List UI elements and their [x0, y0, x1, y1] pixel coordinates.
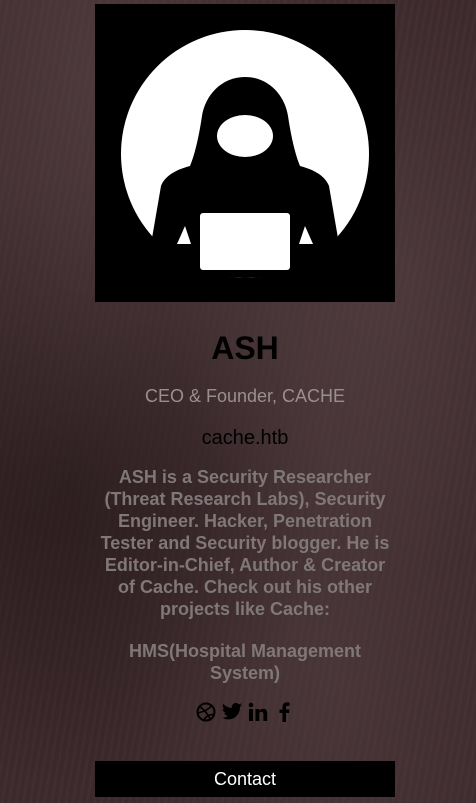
avatar [95, 4, 395, 302]
profile-bio: ASH is a Security Researcher (Threat Res… [100, 467, 390, 619]
twitter-icon[interactable] [221, 701, 243, 723]
profile-title: CEO & Founder, CACHE [144, 386, 346, 406]
hacker-avatar-icon [95, 4, 395, 302]
social-links [95, 700, 395, 724]
facebook-icon[interactable] [273, 701, 295, 723]
profile-projects: HMS(Hospital Management System) [128, 641, 362, 683]
profile-card: ASH CEO & Founder, CACHE cache.htb ASH i… [95, 4, 395, 724]
dribbble-icon[interactable] [195, 701, 217, 723]
linkedin-icon[interactable] [247, 701, 269, 723]
contact-button[interactable]: Contact [95, 761, 395, 797]
profile-site: cache.htb [201, 427, 289, 449]
profile-name: ASH [211, 330, 279, 366]
